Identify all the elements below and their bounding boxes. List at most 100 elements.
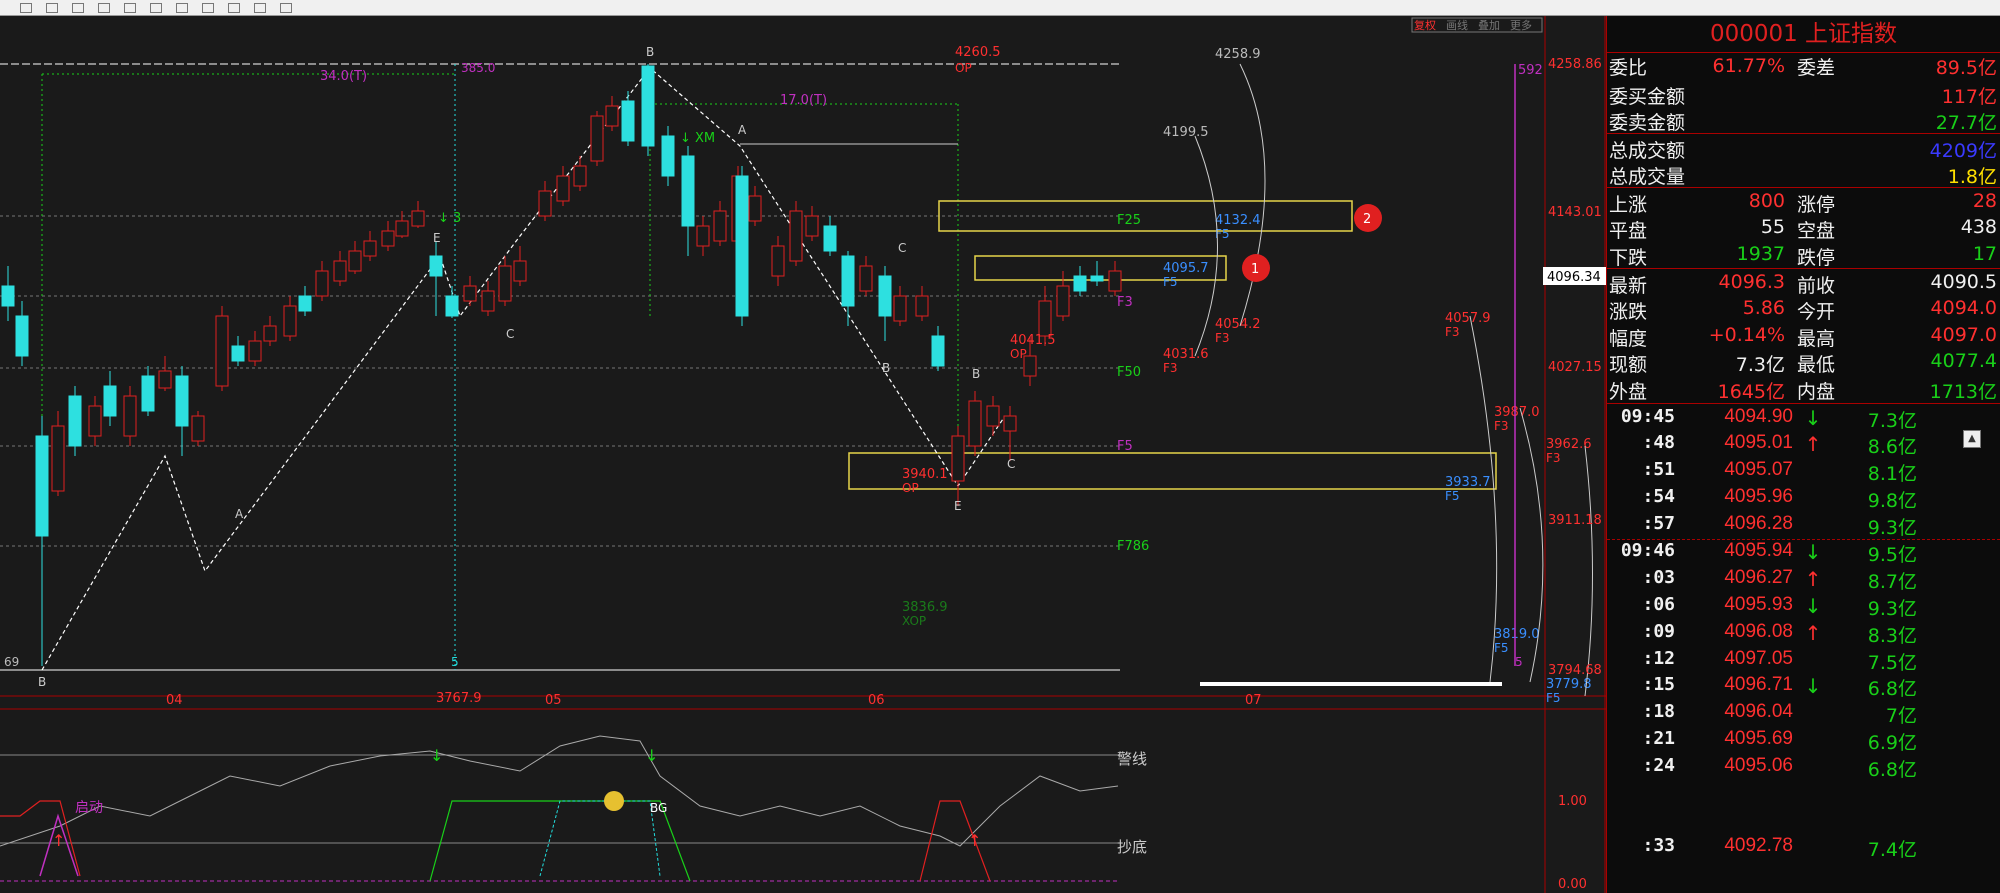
tick-p: 4095.06 <box>1724 754 1793 776</box>
svg-text:F5: F5 <box>1445 489 1460 503</box>
scissors-icon[interactable] <box>20 2 32 13</box>
tick-row: :51 4095.07 8.1亿 <box>1607 459 2000 486</box>
svg-text:A: A <box>738 123 747 137</box>
candle-body <box>395 220 409 237</box>
svg-text:07: 07 <box>1245 693 1262 708</box>
copy-icon[interactable] <box>46 2 58 13</box>
candle-body <box>1038 300 1052 337</box>
svg-text:F5: F5 <box>1163 275 1178 289</box>
svg-text:4041.5: 4041.5 <box>1010 333 1056 348</box>
close-icon[interactable] <box>280 2 292 13</box>
search-icon[interactable] <box>176 2 188 13</box>
tick-p: 4095.96 <box>1724 485 1793 507</box>
svg-text:3836.9: 3836.9 <box>902 600 948 615</box>
candle-body <box>429 255 443 277</box>
save-icon[interactable] <box>98 2 110 13</box>
svg-text:69: 69 <box>4 655 19 669</box>
svg-text:画线: 画线 <box>1446 18 1468 32</box>
svg-text:↑: ↑ <box>968 831 981 850</box>
candle-body <box>51 425 65 492</box>
tick-a: ↑ <box>1804 620 1822 645</box>
tick-a: ↓ <box>1804 674 1822 699</box>
buy-amount-row: 委买金额 117亿 委卖金额 27.7亿 <box>1607 80 2000 134</box>
svg-text:F5: F5 <box>1546 691 1561 705</box>
candle-body <box>735 175 749 317</box>
svg-text:2: 2 <box>1363 212 1371 227</box>
tick-row: :57 4096.28 9.3亿 <box>1607 513 2000 541</box>
tick-v: 7.4亿 <box>1867 839 1917 862</box>
candle-body <box>605 105 619 127</box>
tick-row: :48 4095.01 ↑ 8.6亿 <box>1607 432 2000 459</box>
candle-body <box>1073 275 1087 292</box>
tick-list[interactable]: 09:45 4094.90 ↓ 7.3亿:48 4095.01 ↑ 8.6亿:51 4095.… <box>1607 404 2000 863</box>
candle-body <box>805 215 819 237</box>
tick-v: 7亿 <box>1885 705 1917 728</box>
svg-text:F3: F3 <box>1163 361 1178 375</box>
candle-body <box>841 255 855 307</box>
info-icon[interactable] <box>254 2 266 13</box>
candle-body <box>263 325 277 342</box>
svg-text:3911.18: 3911.18 <box>1548 513 1602 528</box>
svg-text:4031.6: 4031.6 <box>1163 347 1209 362</box>
svg-text:3794.68: 3794.68 <box>1548 663 1602 678</box>
tick-p: 4096.04 <box>1724 701 1793 723</box>
tick-row: :18 4096.04 7亿 <box>1607 701 2000 728</box>
svg-text:F3: F3 <box>1445 325 1460 339</box>
tick-t: :09 <box>1642 620 1675 642</box>
candle-body <box>681 155 695 227</box>
svg-text:F5: F5 <box>1494 641 1509 655</box>
candle-body <box>411 210 425 227</box>
candle-body <box>123 395 137 437</box>
undo-icon[interactable] <box>150 2 162 13</box>
tick-t: :06 <box>1642 594 1675 616</box>
tick-row: :03 4096.27 ↑ 8.7亿 <box>1607 567 2000 594</box>
candle-body <box>968 400 982 447</box>
candle-body <box>283 305 297 337</box>
tick-a: ↓ <box>1804 405 1822 430</box>
svg-text:4260.5: 4260.5 <box>955 45 1001 60</box>
svg-text:A: A <box>235 507 244 521</box>
refresh-icon[interactable] <box>228 2 240 13</box>
svg-text:3987.0: 3987.0 <box>1494 405 1540 420</box>
svg-text:E: E <box>433 231 441 245</box>
tick-v: 9.8亿 <box>1867 489 1917 512</box>
tick-v: 6.8亿 <box>1867 678 1917 701</box>
tick-row: :15 4096.71 ↓ 6.8亿 <box>1607 674 2000 701</box>
rewind-icon[interactable] <box>124 2 136 13</box>
kline-chart[interactable]: 34.0(T) 17.0(T) B A E C B A C B B C E ↓ … <box>0 16 1606 893</box>
candle-body <box>463 285 477 302</box>
tick-v: 7.5亿 <box>1867 651 1917 674</box>
candle-body <box>915 295 929 317</box>
tick-v: 9.3亿 <box>1867 516 1917 539</box>
svg-text:0.00: 0.00 <box>1558 877 1587 892</box>
candle-body <box>1003 415 1017 432</box>
weibi-row: 委比 61.77% 委差 89.5亿 <box>1609 55 1997 79</box>
tick-row: :21 4095.69 6.9亿 <box>1607 728 2000 755</box>
total-row: 总成交额 4209亿 总成交量 1.8亿 <box>1607 134 2000 188</box>
paste-icon[interactable] <box>72 2 84 13</box>
svg-text:抄底: 抄底 <box>1117 838 1147 856</box>
tick-a: ↑ <box>1804 432 1822 457</box>
svg-text:↓ 3: ↓ 3 <box>438 211 461 226</box>
top-toolbar <box>0 0 2000 16</box>
svg-text:OP: OP <box>902 481 919 495</box>
svg-text:XOP: XOP <box>902 614 926 628</box>
svg-text:B: B <box>646 45 654 59</box>
svg-text:F3: F3 <box>1494 419 1509 433</box>
cycle-label: 17.0(T) <box>780 93 827 108</box>
tick-t: 09:46 <box>1620 540 1675 562</box>
svg-text:E: E <box>954 499 962 513</box>
cut-icon[interactable] <box>202 2 214 13</box>
tick-p: 4097.05 <box>1724 647 1793 669</box>
candle-body <box>748 195 762 222</box>
candle-body <box>823 225 837 252</box>
candle-body <box>363 240 377 257</box>
candle-body <box>1090 275 1104 282</box>
candle-body <box>641 65 655 147</box>
candle-body <box>789 210 803 262</box>
candle-body <box>141 375 155 412</box>
svg-text:3933.7: 3933.7 <box>1445 475 1491 490</box>
scroll-up-button[interactable]: ▲ <box>1963 430 1981 448</box>
svg-text:启动: 启动 <box>75 800 103 816</box>
svg-text:385.0: 385.0 <box>461 61 495 75</box>
